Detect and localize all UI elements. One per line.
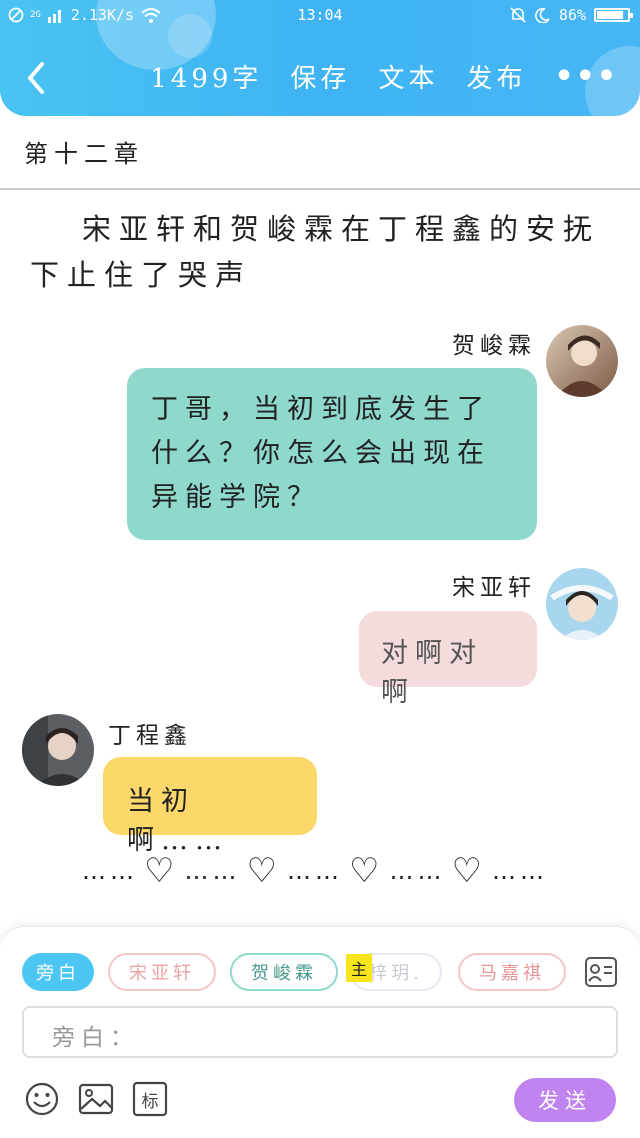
avatar[interactable] bbox=[546, 325, 618, 397]
battery-icon bbox=[594, 8, 633, 22]
message-line: 异能学院？ bbox=[151, 482, 321, 513]
role-chip-narrator[interactable]: 旁白 bbox=[22, 953, 94, 991]
sender-name: 丁程鑫 bbox=[108, 723, 192, 749]
status-right: 86% bbox=[509, 6, 633, 24]
tag-button[interactable]: 标 bbox=[132, 1081, 168, 1117]
heart-icon: ♡ bbox=[451, 851, 486, 891]
ellipsis: …… bbox=[389, 857, 446, 885]
emoji-button[interactable] bbox=[24, 1081, 60, 1117]
role-chip-he-junlin[interactable]: 贺峻霖 bbox=[230, 953, 338, 991]
sender-name: 贺峻霖 bbox=[452, 333, 536, 359]
smiley-icon bbox=[25, 1082, 59, 1116]
image-button[interactable] bbox=[78, 1081, 114, 1117]
contact-card-icon bbox=[585, 957, 617, 987]
save-button[interactable]: 保存 bbox=[290, 58, 350, 95]
avatar[interactable] bbox=[546, 568, 618, 640]
send-button[interactable]: 发送 bbox=[514, 1078, 616, 1122]
header-actions: 1499字 保存 文本 发布 ••• bbox=[150, 58, 618, 95]
hearts-line[interactable]: …… ♡ …… ♡ …… ♡ …… ♡ …… bbox=[82, 854, 548, 888]
heart-icon: ♡ bbox=[246, 851, 281, 891]
bell-muted-icon bbox=[510, 7, 526, 23]
message-input[interactable]: 旁白： bbox=[22, 1006, 618, 1058]
message-bubble[interactable]: 当初啊…… bbox=[103, 757, 317, 856]
battery-percent: 86% bbox=[558, 6, 586, 24]
ellipsis: …… bbox=[82, 857, 138, 885]
avatar[interactable] bbox=[22, 714, 94, 786]
sender-name: 宋亚轩 bbox=[452, 575, 536, 601]
ellipsis: …… bbox=[184, 857, 241, 885]
ellipsis: …… bbox=[491, 857, 548, 885]
status-bar: 2G 2.13K/s 13:04 86% bbox=[0, 0, 640, 32]
battery-fill bbox=[597, 11, 623, 19]
heart-icon: ♡ bbox=[144, 851, 179, 891]
top-app-bar: 2G 2.13K/s 13:04 86% 1499字 保存 文本 发布 ••• bbox=[0, 0, 640, 116]
image-icon bbox=[78, 1083, 114, 1115]
ellipsis: …… bbox=[286, 857, 343, 885]
tag-label: 标 bbox=[141, 1091, 159, 1112]
chapter-title[interactable]: 第十二章 bbox=[24, 134, 144, 169]
message-bubble[interactable]: 丁哥，当初到底发生了 什么？你怎么会出现在 异能学院？ bbox=[127, 368, 537, 540]
message-line: 丁哥，当初到底发生了 bbox=[151, 394, 491, 425]
word-count: 1499字 bbox=[150, 64, 263, 94]
main-character-badge: 主 bbox=[346, 954, 372, 982]
message-bubble[interactable]: 对啊对啊 bbox=[359, 611, 537, 708]
library-button[interactable]: 文本 bbox=[378, 58, 438, 95]
heart-icon: ♡ bbox=[348, 851, 384, 891]
moon-icon bbox=[534, 7, 550, 23]
chevron-left-icon bbox=[28, 62, 44, 94]
more-button[interactable]: ••• bbox=[554, 59, 618, 94]
message-line: 什么？你怎么会出现在 bbox=[151, 438, 491, 469]
publish-button[interactable]: 发布 bbox=[466, 58, 526, 95]
role-chip-song-yaxuan[interactable]: 宋亚轩 bbox=[108, 953, 216, 991]
back-button[interactable] bbox=[22, 58, 52, 98]
role-chip-ma-jiaqi[interactable]: 马嘉祺 bbox=[458, 953, 566, 991]
narration-text[interactable]: 宋亚轩和贺峻霖在丁程鑫的安抚下止住了哭声 bbox=[30, 206, 618, 298]
divider bbox=[0, 188, 640, 190]
contacts-button[interactable] bbox=[584, 955, 618, 989]
